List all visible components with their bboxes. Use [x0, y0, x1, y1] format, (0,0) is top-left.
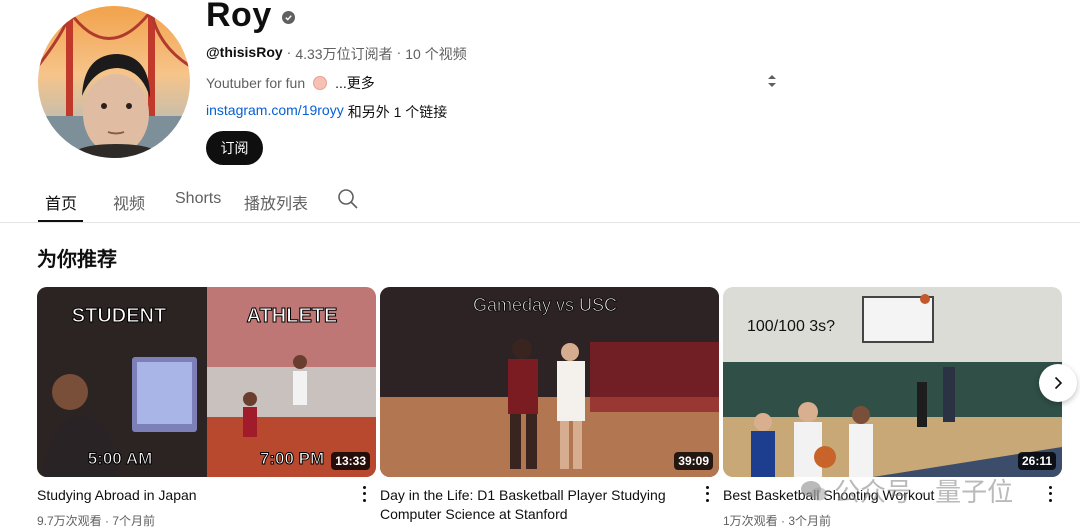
video-duration: 26:11: [1017, 452, 1056, 470]
video-title[interactable]: Day in the Life: D1 Basketball Player St…: [380, 486, 680, 524]
channel-name-text: Roy: [206, 0, 272, 34]
meta-separator: ·: [781, 514, 786, 528]
channel-name: Roy: [206, 0, 295, 35]
video-age: 7个月前: [112, 514, 156, 528]
tab-home[interactable]: 首页: [45, 190, 77, 214]
more-vert-icon[interactable]: [1046, 484, 1054, 504]
thumb-text-athlete: ATHLETE: [247, 305, 338, 327]
more-vert-icon[interactable]: [703, 484, 711, 504]
channel-avatar: [38, 6, 190, 158]
watermark: 公众号 · 量子位: [800, 472, 1013, 509]
channel-meta: @thisisRoy · 4.33万位订阅者 · 10 个视频: [206, 44, 467, 64]
wechat-icon: [801, 480, 827, 500]
video-meta: 1万次观看 · 3个月前: [723, 512, 831, 529]
video-title[interactable]: Studying Abroad in Japan: [37, 486, 337, 505]
section-title: 为你推荐: [37, 249, 117, 271]
search-icon[interactable]: [337, 188, 359, 210]
thumb-text-gameday: Gameday vs USC: [473, 295, 617, 315]
video-thumbnail[interactable]: Gameday vs USC 39:09: [380, 287, 719, 477]
description-text: Youtuber for fun: [206, 75, 306, 91]
meta-separator: ·: [286, 44, 292, 60]
channel-handle: @thisisRoy: [206, 44, 283, 60]
subscriber-count: 4.33万位订阅者: [295, 46, 393, 62]
instagram-link[interactable]: instagram.com/19royy: [206, 102, 344, 122]
video-meta: 9.7万次观看 · 7个月前: [37, 512, 155, 529]
emoji-icon: [313, 76, 328, 90]
channel-tabs: 首页 视频 Shorts 播放列表: [0, 178, 1080, 223]
channel-description[interactable]: Youtuber for fun ...更多: [206, 73, 375, 93]
thumb-text-time-pm: 7:00 PM: [260, 449, 324, 468]
more-links-text[interactable]: 和另外 1 个链接: [348, 102, 448, 122]
more-link[interactable]: ...更多: [335, 73, 375, 93]
chevron-right-icon: [1054, 376, 1063, 390]
thumb-text-student: STUDENT: [72, 305, 166, 327]
subscribe-button[interactable]: 订阅: [206, 131, 263, 165]
video-thumbnail[interactable]: 100/100 3s? 26:11: [723, 287, 1062, 477]
thumb-text-time-am: 5:00 AM: [88, 449, 153, 468]
verified-check-icon: [281, 11, 295, 24]
active-tab-indicator: [38, 220, 83, 222]
video-views: 9.7万次观看: [37, 514, 102, 528]
tab-playlists[interactable]: 播放列表: [244, 190, 308, 214]
tab-shorts[interactable]: Shorts: [175, 190, 221, 208]
meta-separator: ·: [105, 514, 110, 528]
video-duration: 13:33: [331, 452, 370, 470]
channel-links: instagram.com/19royy 和另外 1 个链接: [206, 102, 447, 122]
tab-videos[interactable]: 视频: [113, 190, 145, 214]
video-count: 10 个视频: [405, 46, 467, 62]
more-vert-icon[interactable]: [360, 484, 368, 504]
carousel-next-button[interactable]: [1039, 364, 1077, 402]
thumb-text-challenge: 100/100 3s?: [747, 318, 835, 335]
video-duration: 39:09: [674, 452, 713, 470]
watermark-text: 公众号 · 量子位: [834, 477, 1014, 507]
video-age: 3个月前: [788, 514, 832, 528]
meta-separator: ·: [396, 44, 402, 60]
video-thumbnail[interactable]: STUDENT ATHLETE 5:00 AM 7:00 PM 13:33: [37, 287, 376, 477]
video-views: 1万次观看: [723, 514, 778, 528]
sort-icon: [768, 75, 776, 87]
